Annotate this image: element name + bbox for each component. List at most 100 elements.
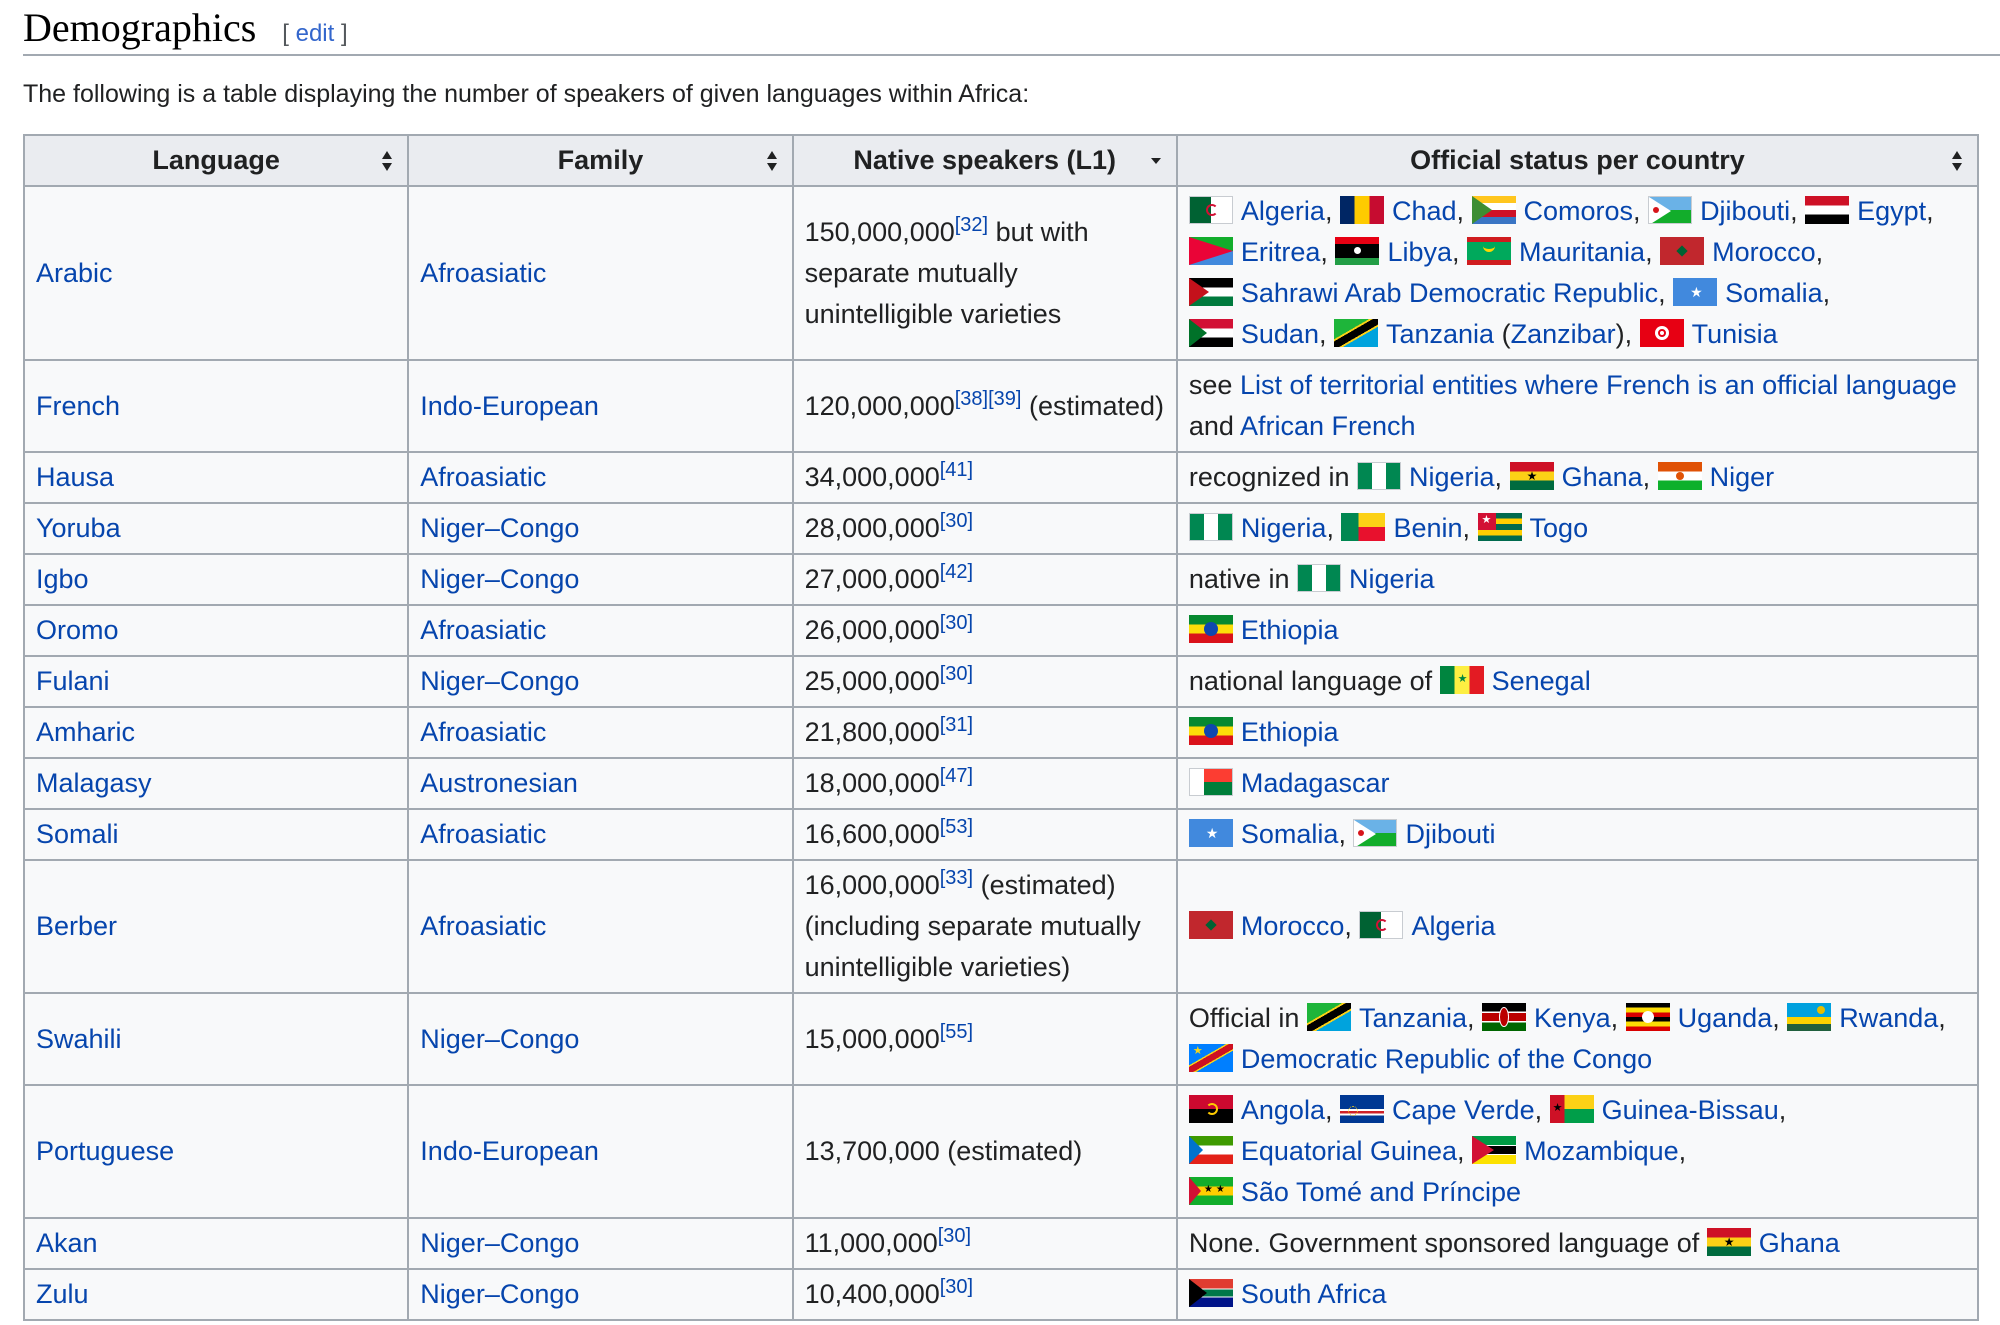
- language-link[interactable]: Igbo: [36, 564, 89, 594]
- chad-flag-icon[interactable]: [1339, 196, 1384, 224]
- algeria-flag-icon[interactable]: [1188, 196, 1233, 224]
- country-link[interactable]: Democratic Republic of the Congo: [1241, 1044, 1652, 1074]
- language-link[interactable]: French: [36, 391, 120, 421]
- language-link[interactable]: Hausa: [36, 462, 114, 492]
- reference-link[interactable]: [32]: [955, 214, 988, 236]
- family-link[interactable]: Afroasiatic: [420, 462, 546, 492]
- country-link[interactable]: Tunisia: [1692, 319, 1778, 349]
- somalia-flag-icon[interactable]: ★: [1673, 278, 1718, 306]
- family-link[interactable]: Afroasiatic: [420, 911, 546, 941]
- family-link[interactable]: Afroasiatic: [420, 615, 546, 645]
- drc-flag-icon[interactable]: ★: [1188, 1044, 1233, 1072]
- reference-link[interactable]: [33]: [940, 867, 973, 889]
- ethiopia-flag-icon[interactable]: [1188, 615, 1233, 643]
- country-link[interactable]: Equatorial Guinea: [1241, 1136, 1457, 1166]
- ethiopia-flag-icon[interactable]: [1188, 717, 1233, 745]
- country-link[interactable]: Tanzania: [1359, 1003, 1467, 1033]
- mozambique-flag-icon[interactable]: [1472, 1136, 1517, 1164]
- country-link[interactable]: Somalia: [1725, 278, 1823, 308]
- edit-link[interactable]: edit: [296, 20, 335, 47]
- country-link[interactable]: Sudan: [1241, 319, 1319, 349]
- language-link[interactable]: Portuguese: [36, 1136, 174, 1166]
- saotome-flag-icon[interactable]: ★ ★: [1188, 1177, 1233, 1205]
- country-link[interactable]: Morocco: [1712, 237, 1816, 267]
- senegal-flag-icon[interactable]: ★: [1439, 666, 1484, 694]
- country-link[interactable]: Uganda: [1678, 1003, 1773, 1033]
- djibouti-flag-icon[interactable]: [1353, 819, 1398, 847]
- djibouti-flag-icon[interactable]: [1648, 196, 1693, 224]
- country-link[interactable]: Togo: [1530, 513, 1589, 543]
- language-link[interactable]: Malagasy: [36, 768, 152, 798]
- header-official-status[interactable]: Official status per country: [1175, 134, 1980, 187]
- eqguinea-flag-icon[interactable]: [1188, 1136, 1233, 1164]
- language-link[interactable]: Oromo: [36, 615, 119, 645]
- country-link[interactable]: Ghana: [1759, 1228, 1840, 1258]
- country-link[interactable]: Algeria: [1241, 196, 1325, 226]
- family-link[interactable]: Niger–Congo: [420, 513, 579, 543]
- country-link[interactable]: Angola: [1241, 1095, 1325, 1125]
- reference-link[interactable]: [31]: [940, 714, 973, 736]
- tunisia-flag-icon[interactable]: [1639, 319, 1684, 347]
- family-link[interactable]: Austronesian: [420, 768, 578, 798]
- country-link[interactable]: Chad: [1392, 196, 1457, 226]
- southafrica-flag-icon[interactable]: [1188, 1279, 1233, 1307]
- algeria-flag-icon[interactable]: [1359, 911, 1404, 939]
- country-link[interactable]: São Tomé and Príncipe: [1241, 1177, 1521, 1207]
- country-link[interactable]: Ghana: [1562, 462, 1643, 492]
- uganda-flag-icon[interactable]: [1625, 1003, 1670, 1031]
- reference-link[interactable]: [30]: [940, 1276, 973, 1298]
- country-link[interactable]: Nigeria: [1241, 513, 1327, 543]
- sudan-flag-icon[interactable]: [1188, 319, 1233, 347]
- language-link[interactable]: Akan: [36, 1228, 98, 1258]
- angola-flag-icon[interactable]: [1188, 1095, 1233, 1123]
- reference-link[interactable]: [53]: [940, 816, 973, 838]
- family-link[interactable]: Niger–Congo: [420, 564, 579, 594]
- reference-link[interactable]: [39]: [988, 388, 1021, 410]
- country-link[interactable]: Morocco: [1241, 911, 1345, 941]
- country-link[interactable]: Mozambique: [1524, 1136, 1679, 1166]
- eritrea-flag-icon[interactable]: [1188, 237, 1233, 265]
- language-link[interactable]: Arabic: [36, 258, 113, 288]
- reference-link[interactable]: [30]: [940, 663, 973, 685]
- tanzania-flag-icon[interactable]: [1306, 1003, 1351, 1031]
- header-language[interactable]: Language: [22, 134, 410, 187]
- language-link[interactable]: Zulu: [36, 1279, 89, 1309]
- country-link[interactable]: Nigeria: [1409, 462, 1495, 492]
- country-link[interactable]: Madagascar: [1241, 768, 1390, 798]
- madagascar-flag-icon[interactable]: [1188, 768, 1233, 796]
- reference-link[interactable]: [30]: [940, 612, 973, 634]
- family-link[interactable]: Indo-European: [420, 391, 599, 421]
- reference-link[interactable]: [38]: [955, 388, 988, 410]
- nigeria-flag-icon[interactable]: [1357, 462, 1401, 490]
- family-link[interactable]: Afroasiatic: [420, 258, 546, 288]
- language-link[interactable]: Yoruba: [36, 513, 121, 543]
- country-link[interactable]: Ethiopia: [1241, 717, 1339, 747]
- tanzania-flag-icon[interactable]: [1333, 319, 1378, 347]
- country-link[interactable]: List of territorial entities where Frenc…: [1240, 370, 1957, 400]
- family-link[interactable]: Afroasiatic: [420, 819, 546, 849]
- ghana-flag-icon[interactable]: ★: [1706, 1228, 1751, 1256]
- language-link[interactable]: Fulani: [36, 666, 110, 696]
- somalia-flag-icon[interactable]: ★: [1188, 819, 1233, 847]
- country-link[interactable]: Eritrea: [1241, 237, 1321, 267]
- morocco-flag-icon[interactable]: [1660, 237, 1705, 265]
- rwanda-flag-icon[interactable]: [1787, 1003, 1832, 1031]
- ghana-flag-icon[interactable]: ★: [1509, 462, 1554, 490]
- country-link[interactable]: Egypt: [1857, 196, 1926, 226]
- country-link[interactable]: Ethiopia: [1241, 615, 1339, 645]
- reference-link[interactable]: [42]: [940, 561, 973, 583]
- reference-link[interactable]: [41]: [940, 459, 973, 481]
- family-link[interactable]: Niger–Congo: [420, 1024, 579, 1054]
- country-link[interactable]: Libya: [1387, 237, 1452, 267]
- country-link[interactable]: African French: [1240, 411, 1416, 441]
- libya-flag-icon[interactable]: [1335, 237, 1380, 265]
- reference-link[interactable]: [30]: [938, 1225, 971, 1247]
- language-link[interactable]: Swahili: [36, 1024, 122, 1054]
- country-link[interactable]: Zanzibar: [1511, 319, 1616, 349]
- togo-flag-icon[interactable]: ★: [1477, 513, 1522, 541]
- language-link[interactable]: Berber: [36, 911, 117, 941]
- country-link[interactable]: Somalia: [1241, 819, 1339, 849]
- reference-link[interactable]: [55]: [940, 1021, 973, 1043]
- family-link[interactable]: Niger–Congo: [420, 1228, 579, 1258]
- reference-link[interactable]: [47]: [940, 765, 973, 787]
